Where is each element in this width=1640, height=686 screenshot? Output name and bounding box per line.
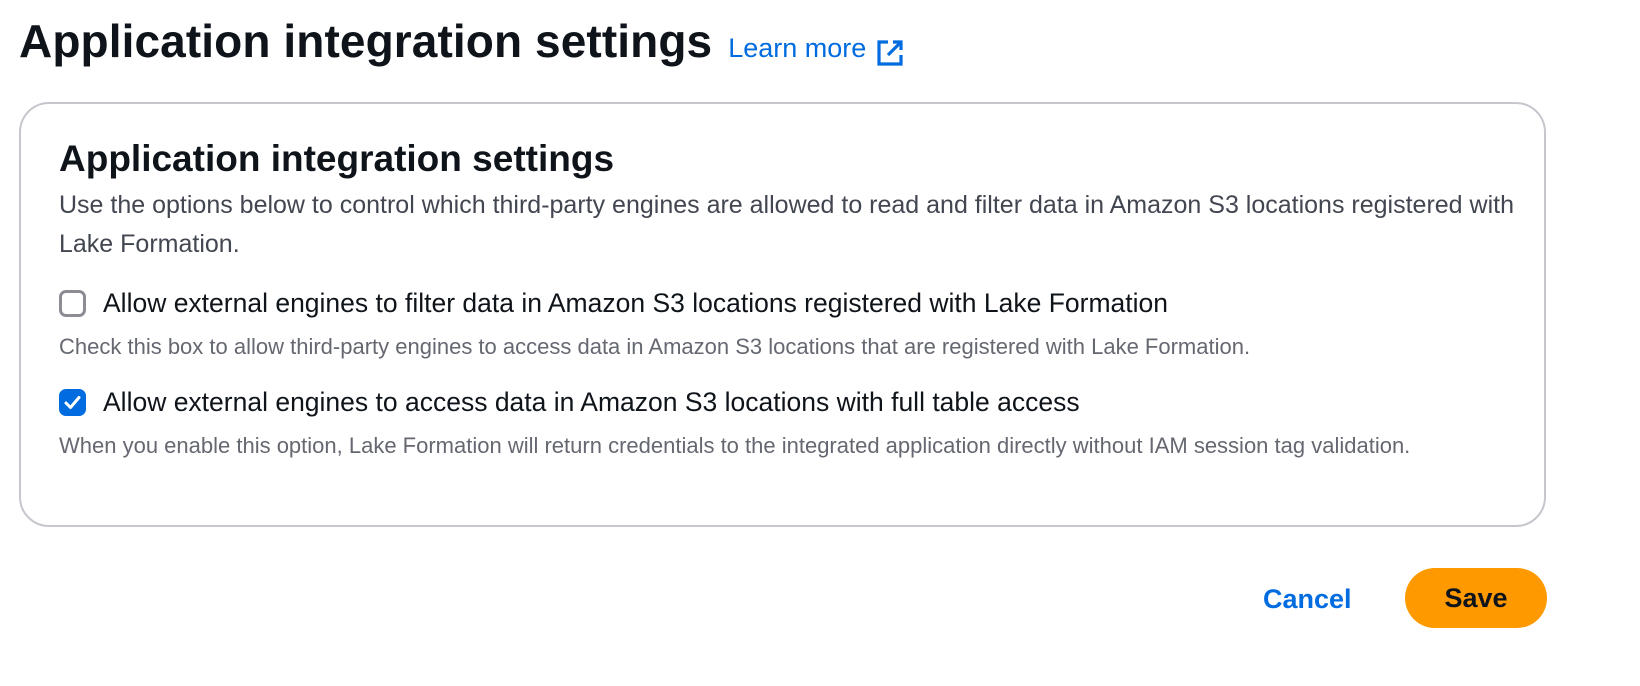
full-table-access-description: When you enable this option, Lake Format… xyxy=(59,433,1411,458)
full-table-access-checkbox[interactable] xyxy=(59,389,86,416)
cancel-button[interactable]: Cancel xyxy=(1255,570,1360,628)
settings-container: Application integration settings Use the… xyxy=(19,102,1546,527)
filter-data-option[interactable]: Allow external engines to filter data in… xyxy=(59,288,1168,319)
save-button[interactable]: Save xyxy=(1405,568,1547,628)
learn-more-label: Learn more xyxy=(728,33,867,63)
container-title: Application integration settings xyxy=(59,138,615,179)
filter-data-label: Allow external engines to filter data in… xyxy=(103,288,1168,318)
full-table-access-option[interactable]: Allow external engines to access data in… xyxy=(59,387,1080,418)
checkmark-icon xyxy=(64,396,81,409)
external-link-icon xyxy=(876,39,904,67)
learn-more-link[interactable]: Learn more xyxy=(728,33,904,67)
full-table-access-label: Allow external engines to access data in… xyxy=(103,387,1080,417)
page-header: Application integration settings Learn m… xyxy=(19,14,904,68)
page-title: Application integration settings xyxy=(19,15,713,67)
filter-data-checkbox[interactable] xyxy=(59,290,86,317)
container-description: Use the options below to control which t… xyxy=(59,191,1514,258)
filter-data-description: Check this box to allow third-party engi… xyxy=(59,334,1251,359)
